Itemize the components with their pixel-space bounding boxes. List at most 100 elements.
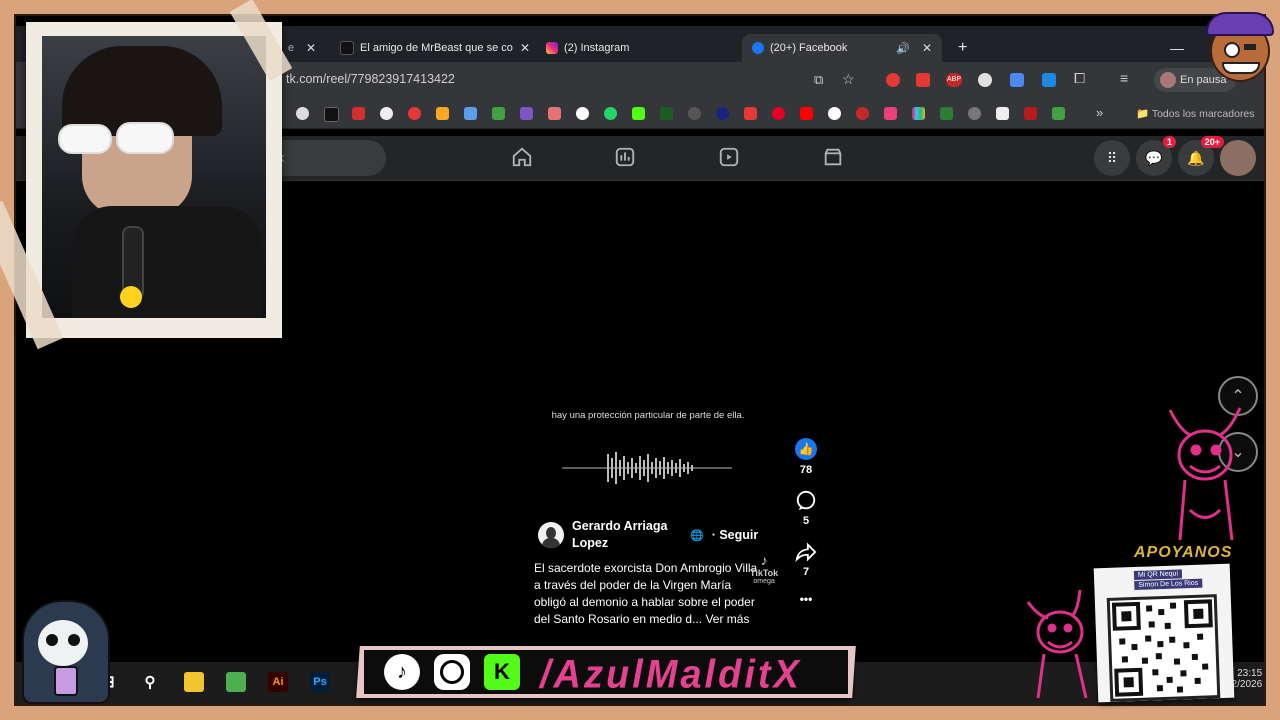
like-icon: 👍 [795,438,817,460]
share-count: 7 [802,566,810,578]
streamer-handle: /AzulMalditX [540,652,802,698]
bookmark-icon[interactable] [884,107,897,120]
instagram-icon [434,654,470,690]
bookmark-icon[interactable] [1024,107,1037,120]
author-name[interactable]: Gerardo Arriaga Lopez [572,518,682,552]
notifications-badge: 20+ [1200,136,1224,148]
new-tab-button[interactable]: + [948,34,976,62]
kick-icon[interactable] [632,107,645,120]
comment-button[interactable]: 5 [788,490,824,527]
avatar [1160,72,1176,88]
speaker-icon[interactable]: 🔊 [896,42,910,55]
comment-count: 5 [802,515,810,527]
mascot-logo [1200,4,1274,84]
tab-facebook[interactable]: (20+) Facebook 🔊 ✕ [742,34,942,62]
notifications-button[interactable]: 🔔 20+ [1178,136,1224,176]
bookmark-icon[interactable] [408,107,421,120]
bookmark-icon[interactable] [296,107,309,120]
tab-title: e [288,42,295,54]
comment-icon [796,490,816,511]
tab-instagram[interactable]: (2) Instagram [536,34,746,62]
pinterest-icon[interactable] [772,107,785,120]
reaper-mascot [14,596,114,706]
like-count: 78 [799,464,813,476]
menu-grid-button[interactable]: ⠿ [1094,140,1130,176]
see-more-link[interactable]: Ver más [705,612,749,626]
share-button[interactable]: 7 [788,541,824,578]
webcam-overlay [26,22,282,338]
youtube-icon[interactable] [800,107,813,120]
extension-icon[interactable] [886,73,900,87]
bookmark-icon[interactable] [464,107,477,120]
more-options-button[interactable]: ••• [788,592,824,606]
qr-code[interactable] [1106,594,1221,702]
bookmark-icon[interactable] [492,107,505,120]
qr-pattern [1111,599,1213,697]
like-button[interactable]: 👍 78 [788,438,824,476]
adblock-icon[interactable]: ABP [946,73,962,87]
reel-player[interactable]: hay una protección particular de parte d… [524,196,778,666]
close-icon[interactable]: ✕ [922,41,932,55]
minimize-button[interactable]: — [1160,34,1184,62]
tiktok-watermark: ♪ TikTok omega [750,552,779,585]
extensions-icon[interactable]: ⧠ [1074,70,1085,87]
tab-title: El amigo de MrBeast que se co [360,42,513,54]
install-icon[interactable]: ⧉ [814,72,823,88]
close-icon[interactable]: ✕ [306,41,316,55]
bookmark-icon[interactable] [940,107,953,120]
messenger-button[interactable]: 💬 1 [1136,136,1176,176]
support-label: APOYANOS [1134,544,1233,561]
star-icon[interactable]: ☆ [842,71,855,88]
home-icon[interactable] [511,146,533,168]
bookmark-icon[interactable] [520,107,533,120]
bookmark-icon[interactable] [716,107,729,120]
account-avatar[interactable] [1220,140,1256,176]
bookmark-icon[interactable] [828,107,841,120]
bookmark-icon[interactable] [968,107,981,120]
follow-button[interactable]: · Seguir [712,528,759,542]
slack-icon[interactable] [912,107,925,120]
bookmark-icon[interactable] [324,107,339,122]
bookmark-icon[interactable] [996,107,1009,120]
extension-icon[interactable] [978,73,992,87]
video-icon[interactable] [614,146,636,168]
bookmark-icon[interactable] [548,107,561,120]
qr-card: Mi QR Nequi Simon De Los Rios [1093,563,1235,703]
tab-tiktok[interactable]: El amigo de MrBeast que se co ✕ [330,34,540,62]
messenger-badge: 1 [1162,136,1176,148]
more-bookmarks-icon[interactable]: » [1096,105,1103,120]
bookmark-icon[interactable] [856,107,869,120]
facebook-icon [752,42,764,54]
bookmark-icon[interactable] [380,107,393,120]
file-explorer-icon[interactable] [184,672,204,692]
bookmark-icon[interactable] [436,107,449,120]
url-field[interactable]: tk.com/reel/779823917413422 [286,72,455,86]
search-icon[interactable]: ⚲ [140,672,160,692]
bookmark-icon[interactable] [576,107,589,120]
globe-icon: 🌐 [690,529,704,542]
extension-icon[interactable] [916,73,930,87]
chrome-icon[interactable] [226,672,246,692]
qr-label: Mi QR Nequi [1133,569,1183,581]
instagram-icon [546,42,558,54]
reel-caption: El sacerdote exorcista Don Ambrogio Vill… [534,560,759,628]
bookmark-icon[interactable] [688,107,701,120]
extension-icon[interactable] [1042,73,1056,87]
whatsapp-icon[interactable] [604,107,617,120]
bookmark-icon[interactable] [1052,107,1065,120]
webcam-feed [42,36,266,318]
bookmark-icon[interactable] [660,107,673,120]
translate-icon[interactable] [1010,73,1024,87]
audio-waveform [562,452,732,484]
close-icon[interactable]: ✕ [520,41,530,55]
author-avatar[interactable] [538,522,564,548]
photoshop-icon[interactable]: Ps [310,672,330,692]
all-bookmarks-folder[interactable]: 📁 Todos los marcadores [1136,107,1255,120]
marketplace-icon[interactable] [822,146,844,168]
reels-icon[interactable] [718,146,740,168]
bookmark-icon[interactable] [352,107,365,120]
media-icon[interactable]: ≡ [1120,70,1128,86]
illustrator-icon[interactable]: Ai [268,672,288,692]
bookmark-icon[interactable] [744,107,757,120]
tab-title: (2) Instagram [564,42,630,54]
